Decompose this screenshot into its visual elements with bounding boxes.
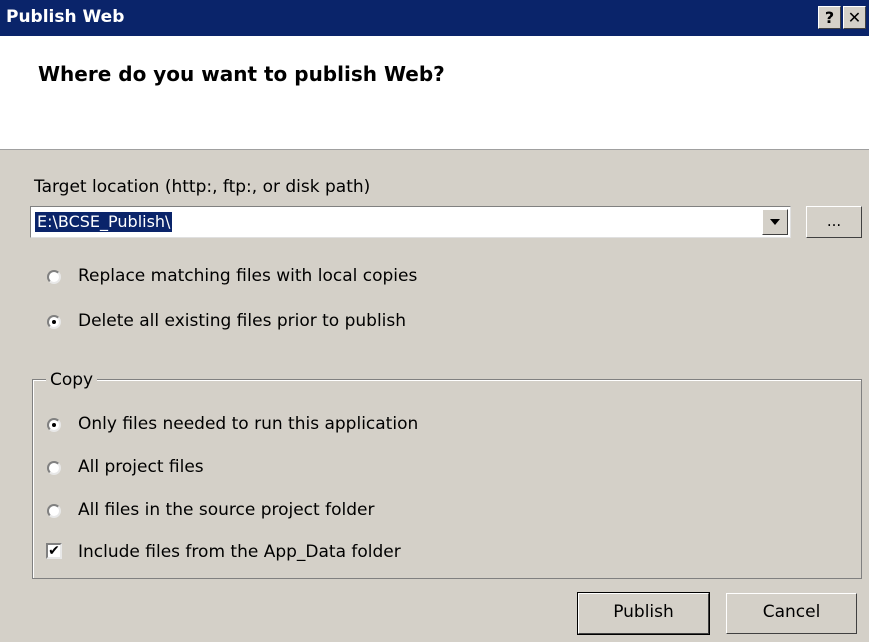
dialog-header: Where do you want to publish Web? [0, 36, 869, 150]
copy-all-source-radio[interactable] [47, 504, 61, 518]
target-location-value[interactable]: E:\BCSE_Publish\ [35, 212, 173, 232]
browse-button[interactable]: ... [806, 206, 862, 238]
header-question: Where do you want to publish Web? [38, 62, 445, 86]
help-button[interactable]: ? [818, 6, 841, 29]
copy-all-source-label[interactable]: All files in the source project folder [78, 500, 374, 520]
target-location-combobox[interactable]: E:\BCSE_Publish\ [30, 206, 791, 238]
cancel-button[interactable]: Cancel [726, 593, 857, 634]
window-title: Publish Web [6, 7, 125, 27]
include-app-data-checkbox[interactable]: ✔ [46, 543, 62, 559]
include-app-data-label[interactable]: Include files from the App_Data folder [78, 542, 401, 562]
copy-only-needed-radio[interactable] [47, 418, 61, 432]
close-button[interactable]: ✕ [843, 6, 866, 29]
copy-all-project-label[interactable]: All project files [78, 457, 204, 477]
replace-files-radio[interactable] [47, 270, 61, 284]
target-location-label: Target location (http:, ftp:, or disk pa… [34, 177, 371, 197]
replace-files-label[interactable]: Replace matching files with local copies [78, 266, 417, 286]
combo-dropdown-arrow-icon[interactable] [762, 209, 788, 235]
copy-group-legend: Copy [46, 370, 98, 390]
copy-all-project-radio[interactable] [47, 461, 61, 475]
publish-button[interactable]: Publish [577, 592, 710, 635]
delete-files-radio[interactable] [47, 315, 61, 329]
delete-files-label[interactable]: Delete all existing files prior to publi… [78, 311, 406, 331]
copy-only-needed-label[interactable]: Only files needed to run this applicatio… [78, 414, 418, 434]
title-bar: Publish Web ? ✕ [0, 0, 869, 36]
